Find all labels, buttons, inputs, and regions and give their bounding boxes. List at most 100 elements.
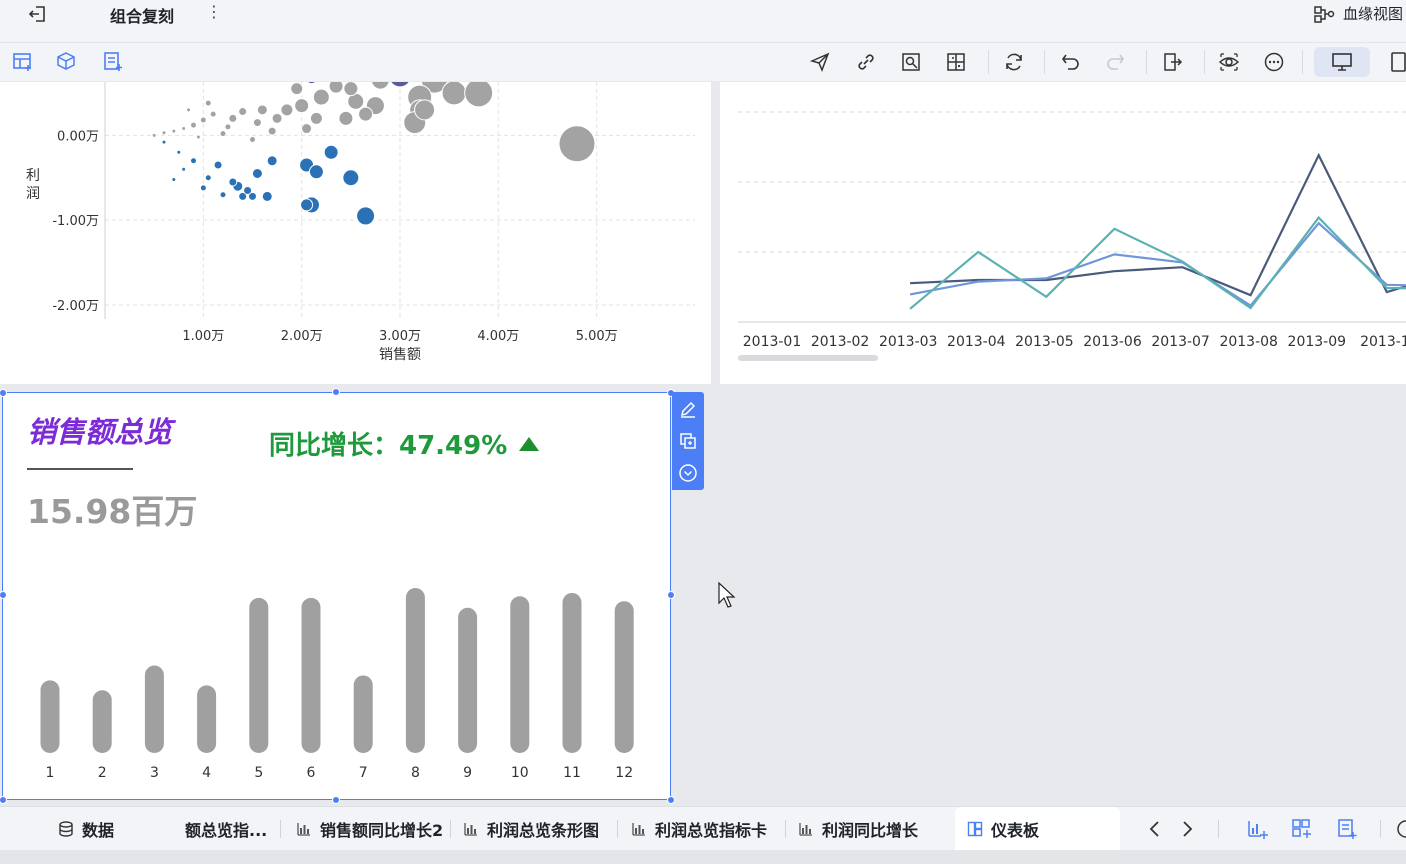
bar-chart-icon bbox=[464, 823, 477, 836]
tab-profit-yoy-growth[interactable]: 利润同比增长 bbox=[798, 807, 918, 851]
tab-sales-yoy-growth-2[interactable]: 销售额同比增长2 bbox=[296, 807, 443, 851]
x-tick-label: 2013-03 bbox=[879, 334, 938, 350]
x-tick-label: 2013-04 bbox=[947, 334, 1006, 350]
y-tick-label: 0.00万 bbox=[57, 129, 99, 144]
redo-icon[interactable] bbox=[1104, 51, 1126, 73]
link-icon[interactable] bbox=[855, 51, 877, 73]
resize-handle[interactable] bbox=[0, 796, 7, 804]
lineage-view-button[interactable]: 血缘视图 bbox=[1313, 3, 1403, 24]
line-chart: 2013-01 2013-02 2013-03 2013-04 2013-05 2013-… bbox=[738, 111, 1406, 350]
edit-icon[interactable] bbox=[678, 399, 698, 419]
tab-label: 利润总览指标卡 bbox=[655, 821, 768, 840]
more-menu-button[interactable]: ⋮ bbox=[206, 2, 222, 21]
bar bbox=[562, 592, 582, 753]
page-title: 组合复刻 bbox=[110, 7, 175, 26]
add-chart-icon[interactable] bbox=[1246, 818, 1268, 840]
exit-icon[interactable] bbox=[26, 2, 50, 26]
scatter-point bbox=[300, 198, 314, 212]
scatter-point bbox=[290, 82, 304, 96]
tab-dashboard[interactable]: 仪表板 bbox=[955, 807, 1120, 851]
y-tick-label: -1.00万 bbox=[52, 214, 99, 229]
mobile-icon[interactable] bbox=[1388, 51, 1406, 73]
tab-profit-overview-bar[interactable]: 利润总览条形图 bbox=[463, 807, 599, 851]
scatter-point bbox=[195, 134, 201, 140]
copy-icon[interactable] bbox=[678, 431, 698, 451]
lineage-icon bbox=[1314, 5, 1335, 23]
x-tick-label: 3 bbox=[150, 765, 159, 781]
add-table-icon[interactable] bbox=[12, 51, 34, 73]
x-tick-label: 4.00万 bbox=[477, 329, 519, 344]
x-tick-label: 2013-09 bbox=[1288, 334, 1347, 350]
chevron-left-icon[interactable] bbox=[1146, 819, 1164, 839]
scatter-point bbox=[390, 82, 410, 88]
tab-sales-overview-indicator[interactable]: 额总览指... bbox=[185, 807, 267, 851]
add-report-icon[interactable] bbox=[1336, 818, 1358, 840]
send-icon[interactable] bbox=[809, 51, 831, 73]
sales-overview-card[interactable]: 销售额总览 15.98百万 同比增长：47.49% 1 2 3 4 5 6 7 8 9 10 11 1… bbox=[2, 392, 671, 800]
scatter-point bbox=[204, 174, 212, 182]
scatter-point bbox=[251, 168, 263, 179]
scatter-point bbox=[199, 116, 207, 124]
x-tick-label: 9 bbox=[463, 765, 472, 781]
tab-label: 仪表板 bbox=[991, 821, 1040, 840]
toolbar-divider bbox=[1044, 50, 1045, 74]
undo-icon[interactable] bbox=[1060, 51, 1082, 73]
scatter-point bbox=[224, 123, 232, 131]
tab-profit-overview-card[interactable]: 利润总览指标卡 bbox=[631, 807, 767, 851]
x-tick-label: 2013-06 bbox=[1083, 334, 1142, 350]
add-component-icon[interactable] bbox=[56, 51, 78, 73]
dashboard-icon bbox=[967, 821, 983, 837]
scatter-point bbox=[171, 176, 177, 182]
x-tick-label: 2013-02 bbox=[811, 334, 870, 350]
scatter-point bbox=[190, 157, 197, 165]
bar bbox=[405, 588, 425, 753]
resize-handle[interactable] bbox=[332, 796, 340, 804]
resize-handle[interactable] bbox=[667, 796, 675, 804]
tab-divider bbox=[617, 820, 618, 838]
monthly-bar-chart: 1 2 3 4 5 6 7 8 9 10 11 12 bbox=[40, 588, 634, 781]
scatter-point bbox=[371, 82, 390, 90]
preview-icon[interactable] bbox=[900, 51, 922, 73]
line-series bbox=[909, 215, 1406, 310]
scatter-point bbox=[267, 126, 277, 136]
help-icon[interactable] bbox=[1396, 819, 1406, 839]
scatter-point bbox=[301, 123, 313, 135]
scatter-point bbox=[213, 160, 223, 170]
chevron-down-circle-icon[interactable] bbox=[678, 463, 698, 483]
scatter-chart-panel[interactable]: 1.00万0.00万-1.00万-2.00万1.00万2.00万3.00万4.0… bbox=[0, 82, 711, 384]
line-chart-panel[interactable]: 2013-01 2013-02 2013-03 2013-04 2013-05 2013-… bbox=[720, 82, 1406, 384]
chevron-right-icon[interactable] bbox=[1178, 819, 1196, 839]
line-series bbox=[909, 221, 1406, 308]
x-tick-label: 4 bbox=[202, 765, 211, 781]
add-dashboard-icon[interactable] bbox=[1291, 818, 1313, 840]
desktop-icon[interactable] bbox=[1331, 51, 1353, 73]
export-icon[interactable] bbox=[1162, 51, 1184, 73]
scatter-point bbox=[323, 144, 339, 160]
view-icon[interactable] bbox=[1218, 51, 1240, 73]
scatter-point bbox=[343, 82, 359, 97]
scatter-point bbox=[328, 82, 344, 94]
scatter-point bbox=[252, 118, 262, 128]
scatter-point bbox=[181, 126, 187, 132]
x-tick-label: 2013-1 bbox=[1360, 334, 1406, 350]
resize-handle[interactable] bbox=[332, 388, 340, 396]
tab-data[interactable]: 数据 bbox=[58, 807, 114, 851]
x-tick-label: 11 bbox=[563, 765, 581, 781]
grid-icon[interactable] bbox=[945, 51, 967, 73]
scatter-point bbox=[219, 191, 227, 199]
resize-handle[interactable] bbox=[667, 591, 675, 599]
scatter-point bbox=[338, 110, 354, 126]
more-icon[interactable] bbox=[1263, 51, 1285, 73]
scatter-point bbox=[176, 149, 182, 155]
scatter-point bbox=[238, 107, 248, 117]
add-filter-icon[interactable] bbox=[102, 51, 124, 73]
scatter-point bbox=[312, 88, 330, 106]
scatter-point bbox=[181, 166, 187, 172]
scatter-point bbox=[280, 103, 294, 117]
tab-label: 销售额同比增长2 bbox=[320, 821, 444, 840]
refresh-icon[interactable] bbox=[1003, 51, 1025, 73]
scatter-point bbox=[243, 185, 253, 195]
line-chart-scrollbar[interactable] bbox=[738, 355, 878, 361]
tab-divider bbox=[1218, 820, 1219, 838]
bar bbox=[144, 665, 164, 753]
